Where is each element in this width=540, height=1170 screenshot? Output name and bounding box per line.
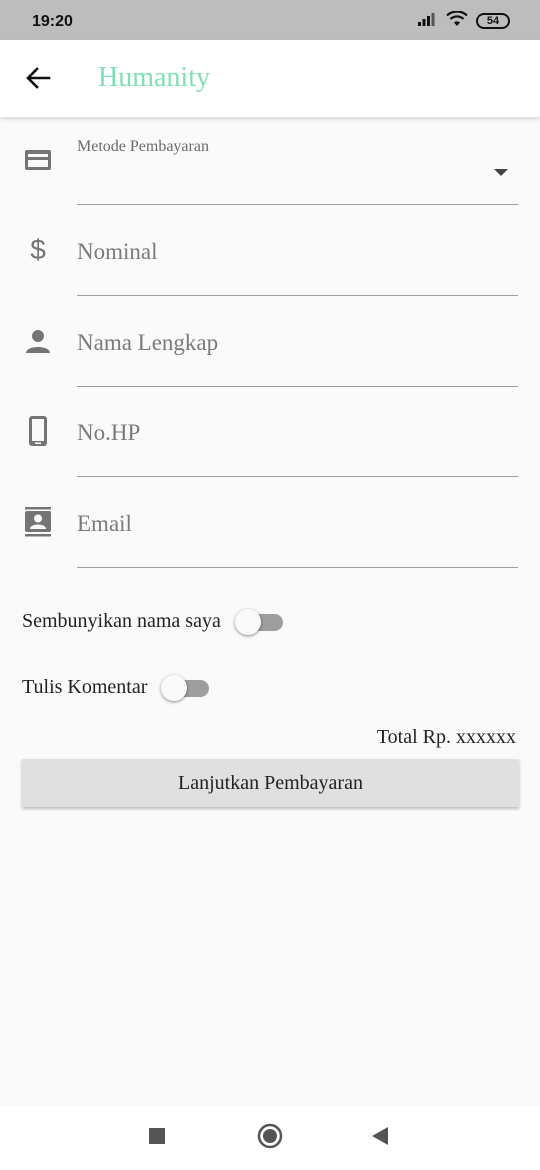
- app-bar: Humanity: [0, 40, 540, 117]
- person-icon: [22, 325, 54, 357]
- full-name-placeholder: Nama Lengkap: [77, 330, 219, 355]
- credit-card-icon: [22, 144, 54, 176]
- status-icons: 54: [418, 9, 510, 32]
- phone-placeholder: No.HP: [77, 420, 141, 445]
- phone-input[interactable]: No.HP: [77, 403, 518, 477]
- back-triangle-icon: [371, 1126, 389, 1151]
- nominal-placeholder: Nominal: [77, 239, 158, 264]
- nav-back-button[interactable]: [365, 1123, 395, 1153]
- total-amount: Total Rp. xxxxxx: [376, 726, 516, 748]
- full-name-input[interactable]: Nama Lengkap: [77, 313, 518, 387]
- home-button[interactable]: [255, 1123, 285, 1153]
- phone-icon: [22, 415, 54, 447]
- contact-card-icon: [22, 506, 54, 538]
- write-comment-switch[interactable]: [161, 674, 211, 701]
- email-field: Email: [0, 494, 540, 569]
- payment-method-label: Metode Pembayaran: [77, 138, 209, 155]
- status-time: 19:20: [32, 13, 73, 30]
- nominal-field: $ Nominal: [0, 222, 540, 297]
- write-comment-label: Tulis Komentar: [22, 676, 148, 698]
- payment-method-field[interactable]: Metode Pembayaran: [0, 130, 540, 206]
- hide-name-label: Sembunyikan nama saya: [22, 610, 221, 632]
- system-nav-bar: [0, 1105, 540, 1170]
- nominal-input[interactable]: Nominal: [77, 222, 518, 296]
- dollar-icon: $: [30, 234, 46, 265]
- status-bar: 19:20 54: [0, 0, 540, 40]
- payment-method-select[interactable]: Metode Pembayaran: [77, 138, 518, 205]
- email-input[interactable]: Email: [77, 494, 518, 568]
- caret-down-icon: [494, 169, 508, 176]
- switch-thumb: [234, 608, 261, 635]
- hide-name-row: Sembunyikan nama saya: [22, 608, 285, 635]
- phone-field: No.HP: [0, 403, 540, 478]
- hide-name-switch[interactable]: [234, 608, 285, 635]
- switch-thumb: [161, 674, 188, 701]
- wifi-icon: [446, 9, 468, 32]
- continue-payment-button[interactable]: Lanjutkan Pembayaran: [22, 759, 519, 807]
- full-name-field: Nama Lengkap: [0, 313, 540, 388]
- app-title: Humanity: [98, 62, 210, 93]
- recents-square-icon: [148, 1127, 166, 1150]
- recents-button[interactable]: [142, 1123, 172, 1153]
- battery-icon: 54: [476, 13, 510, 29]
- back-button[interactable]: [22, 64, 54, 96]
- arrow-left-icon: [25, 66, 51, 94]
- signal-icon: [418, 12, 438, 31]
- email-placeholder: Email: [77, 511, 132, 536]
- home-circle-icon: [257, 1123, 283, 1154]
- write-comment-row: Tulis Komentar: [22, 674, 211, 701]
- battery-level: 54: [486, 15, 500, 27]
